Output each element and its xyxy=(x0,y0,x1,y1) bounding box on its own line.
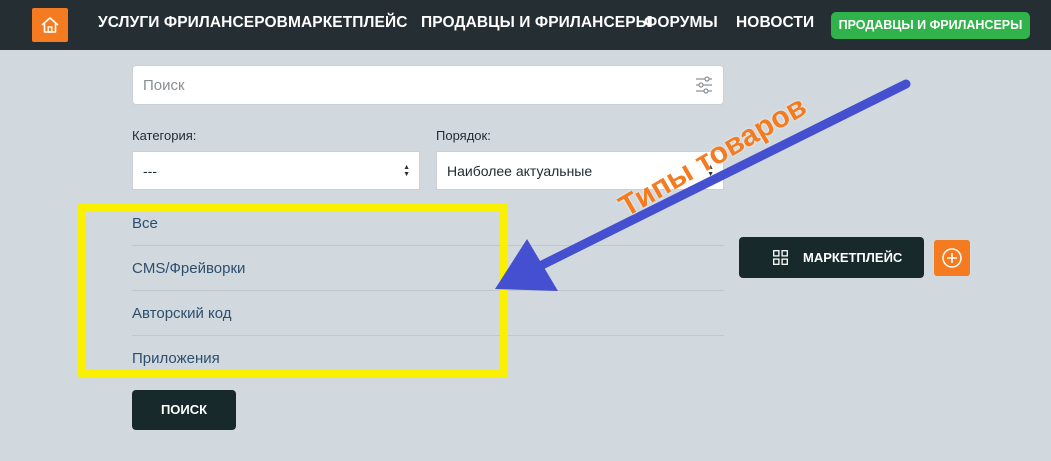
annotation-arrow xyxy=(495,79,911,291)
